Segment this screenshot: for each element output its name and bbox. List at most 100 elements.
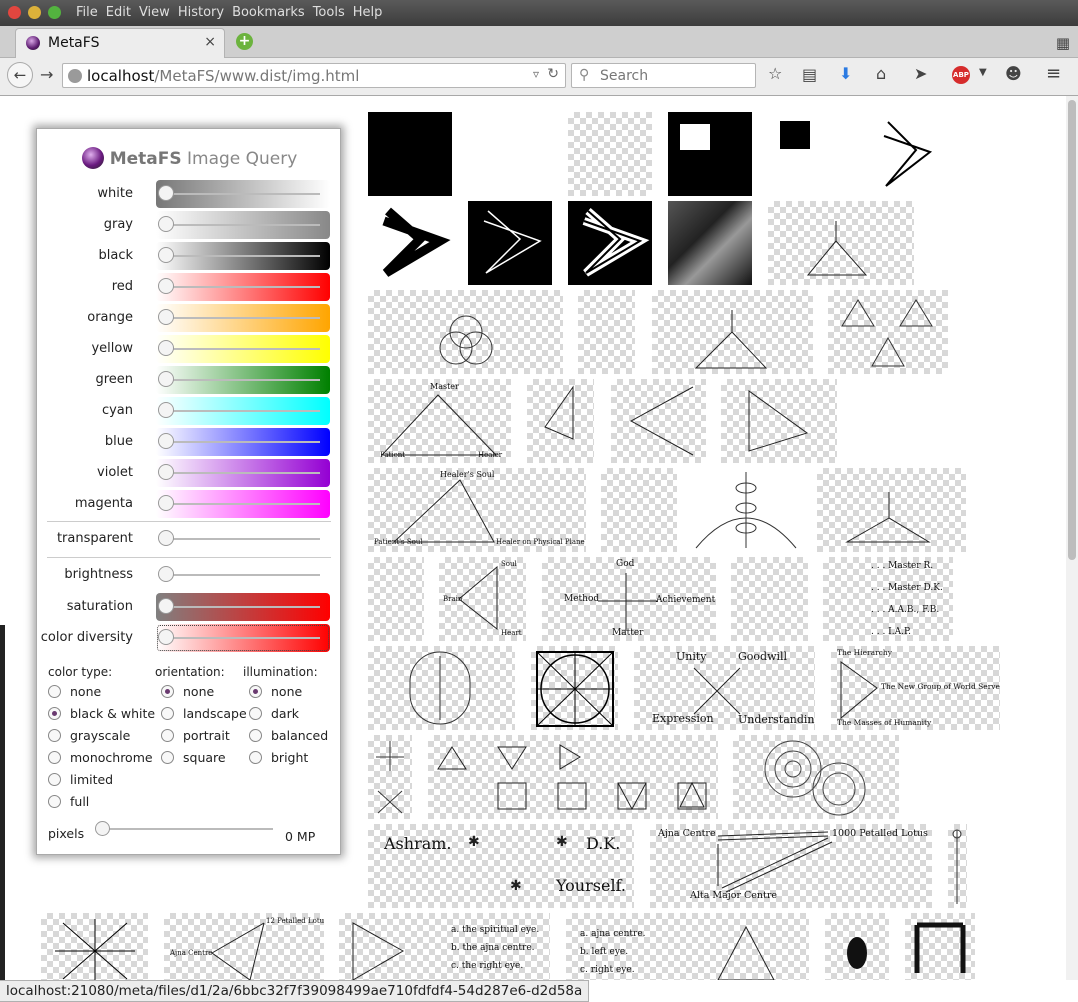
page-scrollbar[interactable] (1066, 96, 1078, 980)
image-thumb[interactable] (578, 290, 635, 374)
home-icon[interactable]: ⌂ (876, 64, 886, 83)
color-type-option-monochrome[interactable]: monochrome (48, 750, 153, 768)
color-type-option-grayscale[interactable]: grayscale (48, 728, 130, 746)
illumination-option-balanced[interactable]: balanced (249, 728, 328, 746)
slider-knob[interactable] (158, 340, 174, 356)
image-thumb[interactable] (948, 824, 967, 908)
close-tab-icon[interactable]: × (204, 34, 216, 50)
color-type-option-limited[interactable]: limited (48, 772, 113, 790)
scrollbar-thumb[interactable] (1068, 100, 1076, 560)
green-slider[interactable] (156, 366, 330, 394)
radio-button-icon[interactable] (249, 707, 262, 720)
menu-view[interactable]: View (139, 5, 170, 20)
slider-knob[interactable] (158, 629, 174, 645)
adblock-dropdown-icon[interactable]: ▼ (979, 67, 987, 78)
image-thumb[interactable] (817, 468, 966, 552)
image-thumb[interactable] (905, 913, 975, 980)
slider-knob[interactable] (95, 821, 110, 836)
violet-slider[interactable] (156, 459, 330, 487)
image-thumb[interactable] (368, 201, 452, 285)
url-dropdown-icon[interactable]: ▿ (533, 67, 539, 81)
menu-tools[interactable]: Tools (313, 5, 345, 20)
image-thumb[interactable] (668, 112, 752, 196)
black-slider[interactable] (156, 242, 330, 270)
image-thumb[interactable] (731, 557, 808, 641)
image-thumb[interactable] (733, 735, 899, 819)
gray-slider[interactable] (156, 211, 330, 239)
orange-slider[interactable] (156, 304, 330, 332)
menu-help[interactable]: Help (353, 5, 383, 20)
image-thumb[interactable] (721, 379, 837, 463)
illumination-option-bright[interactable]: bright (249, 750, 308, 768)
search-box[interactable]: ⚲ Search (571, 63, 756, 88)
brightness-slider[interactable] (156, 561, 330, 589)
url-bar[interactable]: localhost/MetaFS/www.dist/img.html ▿ ↻ (62, 63, 566, 88)
white-slider[interactable] (156, 180, 330, 208)
saturation-slider[interactable] (156, 593, 330, 621)
image-thumb[interactable] (601, 468, 677, 552)
image-thumb[interactable]: Soul Brain Heart (439, 557, 526, 641)
image-thumb[interactable] (828, 290, 948, 374)
new-tab-icon[interactable]: + (236, 33, 253, 50)
menu-bookmarks[interactable]: Bookmarks (232, 5, 305, 20)
pixels-slider[interactable] (97, 828, 273, 830)
radio-button-icon[interactable] (48, 751, 61, 764)
image-thumb[interactable]: a. ajna centre. b. left eye. c. right eye. (566, 913, 809, 980)
color-type-option-full[interactable]: full (48, 794, 89, 812)
maximize-window-icon[interactable] (48, 6, 61, 19)
image-thumb[interactable]: a. the spiritual eye. b. the ajna centre.… (339, 913, 550, 980)
slider-knob[interactable] (158, 185, 174, 201)
image-thumb[interactable] (611, 379, 706, 463)
image-thumb[interactable]: . . . Master R. . . . Master D.K. . . . A.… (823, 557, 953, 641)
hamburger-menu-icon[interactable]: ≡ (1046, 63, 1061, 84)
radio-button-icon[interactable] (48, 707, 61, 720)
red-slider[interactable] (156, 273, 330, 301)
slider-knob[interactable] (158, 464, 174, 480)
blue-slider[interactable] (156, 428, 330, 456)
image-thumb[interactable] (368, 290, 563, 374)
slider-knob[interactable] (158, 530, 174, 546)
slider-knob[interactable] (158, 495, 174, 511)
orientation-option-landscape[interactable]: landscape (161, 706, 247, 724)
slider-knob[interactable] (158, 309, 174, 325)
image-thumb[interactable] (41, 913, 148, 980)
orientation-option-none[interactable]: none (161, 684, 214, 702)
image-thumb[interactable] (368, 557, 424, 641)
emoji-icon[interactable]: ☻ (1005, 64, 1022, 83)
slider-knob[interactable] (158, 371, 174, 387)
slider-knob[interactable] (158, 433, 174, 449)
back-icon[interactable]: ← (7, 62, 33, 88)
image-thumb[interactable] (780, 121, 810, 149)
image-thumb[interactable]: 12 Petalled Lotus Ajna Centre (164, 913, 324, 980)
magenta-slider[interactable] (156, 490, 330, 518)
forward-icon[interactable]: → (40, 65, 53, 84)
color-type-option-black-white[interactable]: black & white (48, 706, 155, 724)
menu-edit[interactable]: Edit (106, 5, 131, 20)
radio-button-icon[interactable] (249, 685, 262, 698)
radio-button-icon[interactable] (48, 685, 61, 698)
yellow-slider[interactable] (156, 335, 330, 363)
radio-button-icon[interactable] (161, 751, 174, 764)
menu-history[interactable]: History (178, 5, 224, 20)
bookmark-star-icon[interactable]: ☆ (768, 64, 782, 83)
menu-file[interactable]: File (76, 5, 98, 20)
radio-button-icon[interactable] (48, 729, 61, 742)
radio-button-icon[interactable] (249, 751, 262, 764)
radio-button-icon[interactable] (48, 795, 61, 808)
reading-list-icon[interactable]: ▤ (802, 65, 817, 84)
illumination-option-dark[interactable]: dark (249, 706, 299, 724)
image-thumb[interactable] (527, 379, 594, 463)
color-type-option-none[interactable]: none (48, 684, 101, 702)
image-thumb[interactable]: God Method Achievement Matter (542, 557, 716, 641)
orientation-option-portrait[interactable]: portrait (161, 728, 230, 746)
send-icon[interactable]: ➤ (914, 64, 927, 83)
image-thumb[interactable]: Ashram. D.K. Yourself. ✱ ✱ ✱ (368, 824, 634, 908)
radio-button-icon[interactable] (161, 685, 174, 698)
site-info-icon[interactable] (68, 69, 82, 83)
radio-button-icon[interactable] (161, 707, 174, 720)
slider-knob[interactable] (158, 278, 174, 294)
minimize-window-icon[interactable] (28, 6, 41, 19)
image-thumb[interactable] (568, 201, 652, 285)
image-thumb[interactable] (652, 290, 813, 374)
slider-knob[interactable] (158, 216, 174, 232)
